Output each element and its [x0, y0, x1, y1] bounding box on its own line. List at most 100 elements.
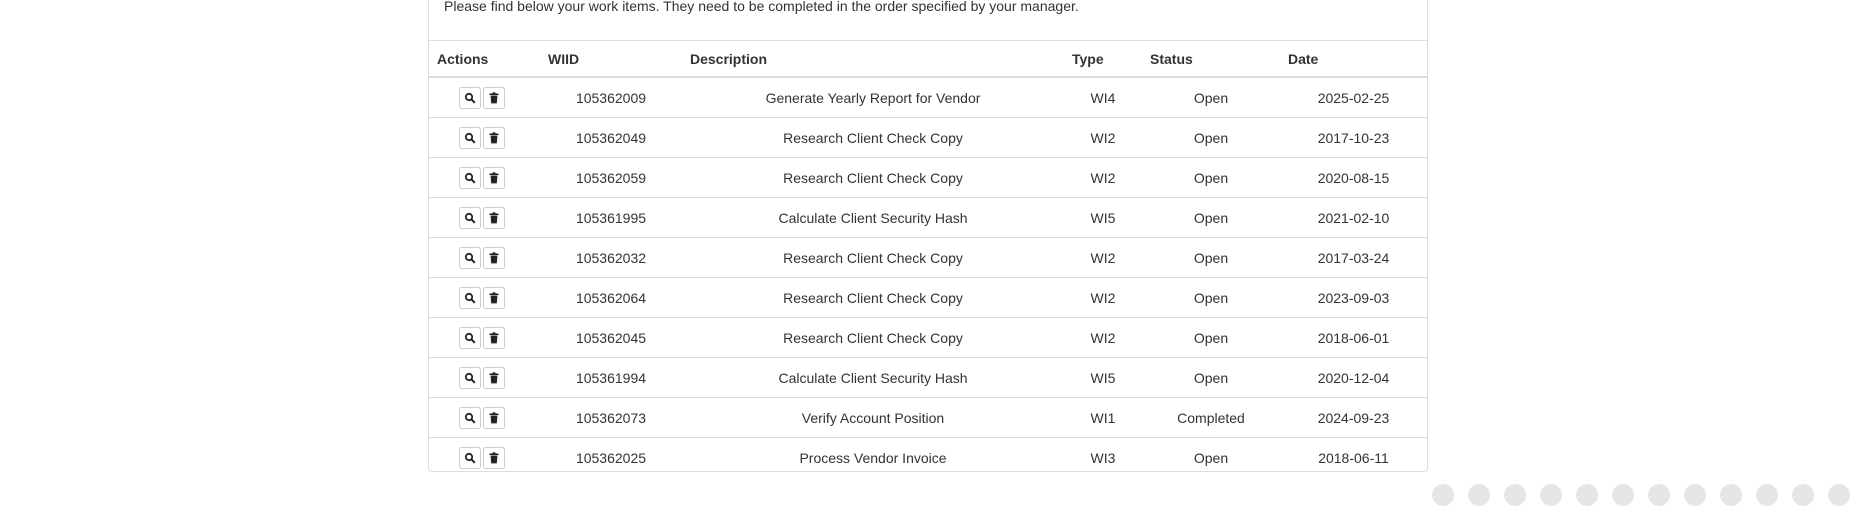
row-actions: [429, 157, 540, 198]
view-button[interactable]: [459, 246, 481, 269]
trash-icon: [489, 251, 499, 263]
cell-wiid: 105362032: [540, 237, 682, 278]
cell-wiid: 105362059: [540, 157, 682, 198]
delete-button[interactable]: [483, 246, 505, 269]
view-button[interactable]: [459, 126, 481, 149]
search-icon: [464, 372, 476, 384]
cell-type: WI2: [1064, 317, 1142, 358]
page-button[interactable]: [1684, 484, 1706, 506]
cell-date: 2017-10-23: [1280, 117, 1427, 158]
delete-button[interactable]: [483, 206, 505, 229]
trash-icon: [489, 211, 499, 223]
cell-type: WI2: [1064, 237, 1142, 278]
cell-type: WI5: [1064, 357, 1142, 398]
table-body: 105362009 Generate Yearly Report for Vend…: [429, 77, 1427, 477]
row-actions: [429, 197, 540, 238]
view-button[interactable]: [459, 326, 481, 349]
intro-text: Please find below your work items. They …: [444, 0, 1079, 14]
page-button[interactable]: [1540, 484, 1562, 506]
cell-type: WI1: [1064, 397, 1142, 438]
page-button[interactable]: [1648, 484, 1670, 506]
cell-type: WI2: [1064, 157, 1142, 198]
page-button[interactable]: [1756, 484, 1778, 506]
row-actions: [429, 77, 540, 118]
header-date: Date: [1280, 41, 1427, 78]
table-row: 105361994 Calculate Client Security Hash W…: [429, 357, 1427, 398]
row-actions: [429, 277, 540, 318]
cell-date: 2025-02-25: [1280, 77, 1427, 118]
trash-icon: [489, 331, 499, 343]
row-actions: [429, 438, 540, 478]
cell-status: Open: [1142, 197, 1280, 238]
cell-type: WI5: [1064, 197, 1142, 238]
cell-wiid: 105362045: [540, 317, 682, 358]
delete-button[interactable]: [483, 126, 505, 149]
view-button[interactable]: [459, 206, 481, 229]
table-row: 105362032 Research Client Check Copy WI2 Op…: [429, 237, 1427, 278]
row-actions: [429, 237, 540, 278]
table-row: 105362064 Research Client Check Copy WI2 Op…: [429, 277, 1427, 318]
cell-wiid: 105361994: [540, 357, 682, 398]
search-icon: [464, 412, 476, 424]
view-button[interactable]: [459, 406, 481, 429]
view-button[interactable]: [459, 166, 481, 189]
trash-icon: [489, 451, 499, 463]
header-description: Description: [682, 41, 1064, 78]
table-row: 105362009 Generate Yearly Report for Vend…: [429, 77, 1427, 118]
cell-type: WI2: [1064, 277, 1142, 318]
delete-button[interactable]: [483, 166, 505, 189]
page-button[interactable]: [1468, 484, 1490, 506]
page-button[interactable]: [1828, 484, 1850, 506]
cell-wiid: 105361995: [540, 197, 682, 238]
cell-description: Research Client Check Copy: [682, 317, 1064, 358]
cell-status: Open: [1142, 117, 1280, 158]
trash-icon: [489, 411, 499, 423]
page-button[interactable]: [1576, 484, 1598, 506]
cell-status: Open: [1193, 449, 1229, 466]
delete-button[interactable]: [483, 446, 505, 469]
view-button[interactable]: [459, 86, 481, 109]
view-button[interactable]: [459, 366, 481, 389]
trash-icon: [489, 291, 499, 303]
cell-date: 2018-06-11: [1318, 449, 1389, 466]
cell-description: Research Client Check Copy: [682, 277, 1064, 318]
page-button[interactable]: [1504, 484, 1526, 506]
page-button[interactable]: [1432, 484, 1454, 506]
search-icon: [464, 132, 476, 144]
delete-button[interactable]: [483, 86, 505, 109]
cell-status: Open: [1142, 77, 1280, 118]
search-icon: [464, 252, 476, 264]
cell-date: 2020-12-04: [1280, 357, 1427, 398]
cell-wiid: 105362073: [540, 397, 682, 438]
view-button[interactable]: [459, 286, 481, 309]
pagination: [1432, 484, 1856, 506]
search-icon: [464, 172, 476, 184]
work-items-table: Actions WIID Description Type Status Dat…: [429, 41, 1427, 477]
cell-status: Open: [1142, 317, 1280, 358]
cell-date: 2017-03-24: [1280, 237, 1427, 278]
delete-button[interactable]: [483, 366, 505, 389]
row-actions: [429, 397, 540, 438]
page-button[interactable]: [1612, 484, 1634, 506]
cell-date: 2020-08-15: [1280, 157, 1427, 198]
delete-button[interactable]: [483, 326, 505, 349]
view-button[interactable]: [459, 446, 481, 469]
page-button[interactable]: [1792, 484, 1814, 506]
cell-description: Calculate Client Security Hash: [682, 197, 1064, 238]
work-items-panel: Please find below your work items. They …: [428, 0, 1850, 506]
header-actions: Actions: [429, 41, 540, 78]
search-icon: [464, 212, 476, 224]
cell-date: 2024-09-23: [1280, 397, 1427, 438]
delete-button[interactable]: [483, 406, 505, 429]
row-actions: [429, 357, 540, 398]
cell-type: WI4: [1064, 77, 1142, 118]
delete-button[interactable]: [483, 286, 505, 309]
cell-status: Open: [1142, 237, 1280, 278]
cell-wiid: 105362025: [575, 449, 647, 466]
page-button[interactable]: [1720, 484, 1742, 506]
cell-status: Open: [1142, 277, 1280, 318]
cell-status: Open: [1142, 157, 1280, 198]
cell-date: 2021-02-10: [1280, 197, 1427, 238]
cell-description: Calculate Client Security Hash: [682, 357, 1064, 398]
search-icon: [464, 292, 476, 304]
